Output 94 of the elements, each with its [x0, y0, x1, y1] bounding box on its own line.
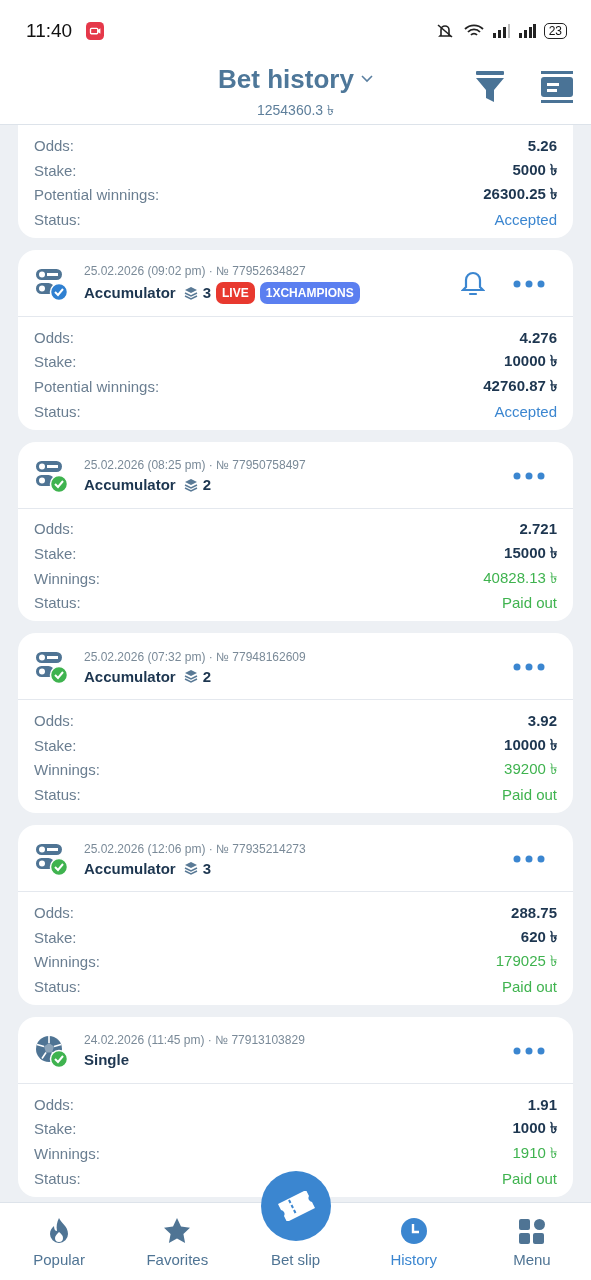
row-label: Status: — [34, 210, 81, 228]
row-label: Stake: — [34, 353, 77, 371]
event-count: 2 — [202, 476, 212, 493]
more-icon[interactable] — [513, 471, 545, 480]
signal-icon — [491, 24, 510, 38]
bet-type: Accumulator — [84, 284, 176, 302]
event-count: 3 — [202, 284, 212, 302]
nav-tab[interactable]: Favorites — [118, 1203, 237, 1280]
row-value: 10000 ৳ — [504, 351, 557, 372]
row-value: Accepted — [494, 210, 557, 228]
star-icon — [163, 1217, 192, 1245]
more-icon[interactable] — [513, 663, 545, 672]
row-value: 620 ৳ — [520, 926, 557, 947]
row-value: 179025 ৳ — [495, 951, 557, 972]
nav-tab[interactable]: Bet slip — [236, 1167, 355, 1280]
signal-icon — [517, 24, 536, 38]
bet-type: Accumulator — [84, 476, 176, 493]
row-label: Odds: — [34, 136, 75, 154]
row-value: 26300.25 ৳ — [483, 184, 557, 205]
layers-icon — [183, 285, 198, 300]
row-value: 40828.13 ৳ — [483, 567, 557, 588]
row-value: Paid out — [501, 594, 557, 612]
card-icon[interactable] — [541, 71, 573, 103]
row-value: 42760.87 ৳ — [483, 375, 557, 396]
row-label: Stake: — [34, 161, 77, 179]
bet-type: Accumulator — [84, 667, 176, 685]
bell-icon[interactable] — [461, 269, 485, 298]
row-label: Status: — [34, 786, 81, 804]
bet-date-number: 25.02.2026 (08:25 pm) · № 77950758497 — [84, 458, 307, 472]
tag: LIVE — [216, 281, 255, 304]
row-label: Odds: — [34, 712, 75, 730]
nav-tab[interactable]: Popular — [0, 1203, 119, 1280]
status-time: 11:40 — [26, 20, 73, 42]
bet-date-number: 25.02.2026 (07:32 pm) · № 77948162609 — [84, 649, 307, 664]
row-label: Winnings: — [34, 569, 100, 587]
wifi-icon — [463, 24, 484, 38]
event-count: 2 — [202, 667, 212, 685]
row-label: Potential winnings: — [34, 186, 160, 204]
row-label: Potential winnings: — [34, 377, 160, 395]
row-value: 1910 ৳ — [512, 1142, 557, 1163]
more-icon[interactable] — [513, 855, 545, 863]
layers-icon — [183, 861, 198, 875]
layers-icon — [183, 669, 198, 684]
row-value: 5.26 — [527, 136, 557, 154]
row-value: 4.276 — [519, 328, 557, 346]
bet-date-number: 24.02.2026 (11:45 pm) · № 77913103829 — [84, 1033, 306, 1048]
row-value: Paid out — [501, 1169, 557, 1187]
row-label: Status: — [34, 594, 81, 612]
clock-icon — [399, 1217, 428, 1245]
row-label: Stake: — [34, 545, 77, 563]
row-value: 2.721 — [519, 520, 557, 538]
row-value: 1.91 — [527, 1095, 557, 1113]
recording-icon — [86, 22, 105, 40]
ticket-icon — [275, 1191, 316, 1221]
nav-tab[interactable]: Menu — [472, 1203, 591, 1280]
row-label: Winnings: — [34, 1144, 100, 1162]
row-label: Winnings: — [34, 953, 100, 971]
row-value: 5000 ৳ — [512, 159, 557, 180]
event-count: 3 — [202, 859, 212, 877]
row-value: 15000 ৳ — [504, 543, 557, 564]
row-value: 288.75 — [511, 903, 557, 921]
nav-tab[interactable]: History — [354, 1203, 473, 1280]
row-label: Stake: — [34, 1120, 77, 1138]
layers-icon — [183, 477, 198, 492]
balance: 1254360.3 ৳ — [256, 100, 335, 120]
battery-level: 23 — [543, 23, 567, 39]
more-icon[interactable] — [513, 1046, 545, 1055]
row-label: Status: — [34, 402, 81, 420]
row-value: Accepted — [494, 402, 557, 420]
row-label: Status: — [34, 977, 81, 995]
row-label: Status: — [34, 1169, 81, 1187]
bet-type: Accumulator — [84, 859, 176, 877]
row-value: Paid out — [501, 977, 557, 995]
row-label: Winnings: — [34, 761, 100, 779]
row-label: Stake: — [34, 928, 77, 946]
bet-type: Single — [84, 1051, 129, 1069]
row-label: Stake: — [34, 736, 77, 754]
row-label: Odds: — [34, 520, 75, 538]
grid-icon — [518, 1219, 545, 1245]
row-value: Paid out — [501, 786, 557, 804]
row-value: 10000 ৳ — [504, 734, 557, 755]
row-value: 3.92 — [527, 712, 557, 730]
bet-date-number: 25.02.2026 (09:02 pm) · № 77952634827 — [84, 263, 307, 278]
row-value: 1000 ৳ — [512, 1118, 557, 1139]
tag: 1XCHAMPIONS — [259, 281, 360, 304]
bet-date-number: 25.02.2026 (12:06 pm) · № 77935214273 — [84, 841, 307, 856]
more-icon[interactable] — [513, 279, 545, 288]
row-label: Odds: — [34, 328, 75, 346]
row-label: Odds: — [34, 903, 75, 921]
chevron-icon — [360, 75, 373, 83]
row-value: 39200 ৳ — [504, 759, 557, 780]
row-label: Odds: — [34, 1095, 75, 1113]
title-dropdown[interactable]: Bet history — [218, 63, 373, 95]
filter-icon[interactable] — [475, 71, 505, 103]
